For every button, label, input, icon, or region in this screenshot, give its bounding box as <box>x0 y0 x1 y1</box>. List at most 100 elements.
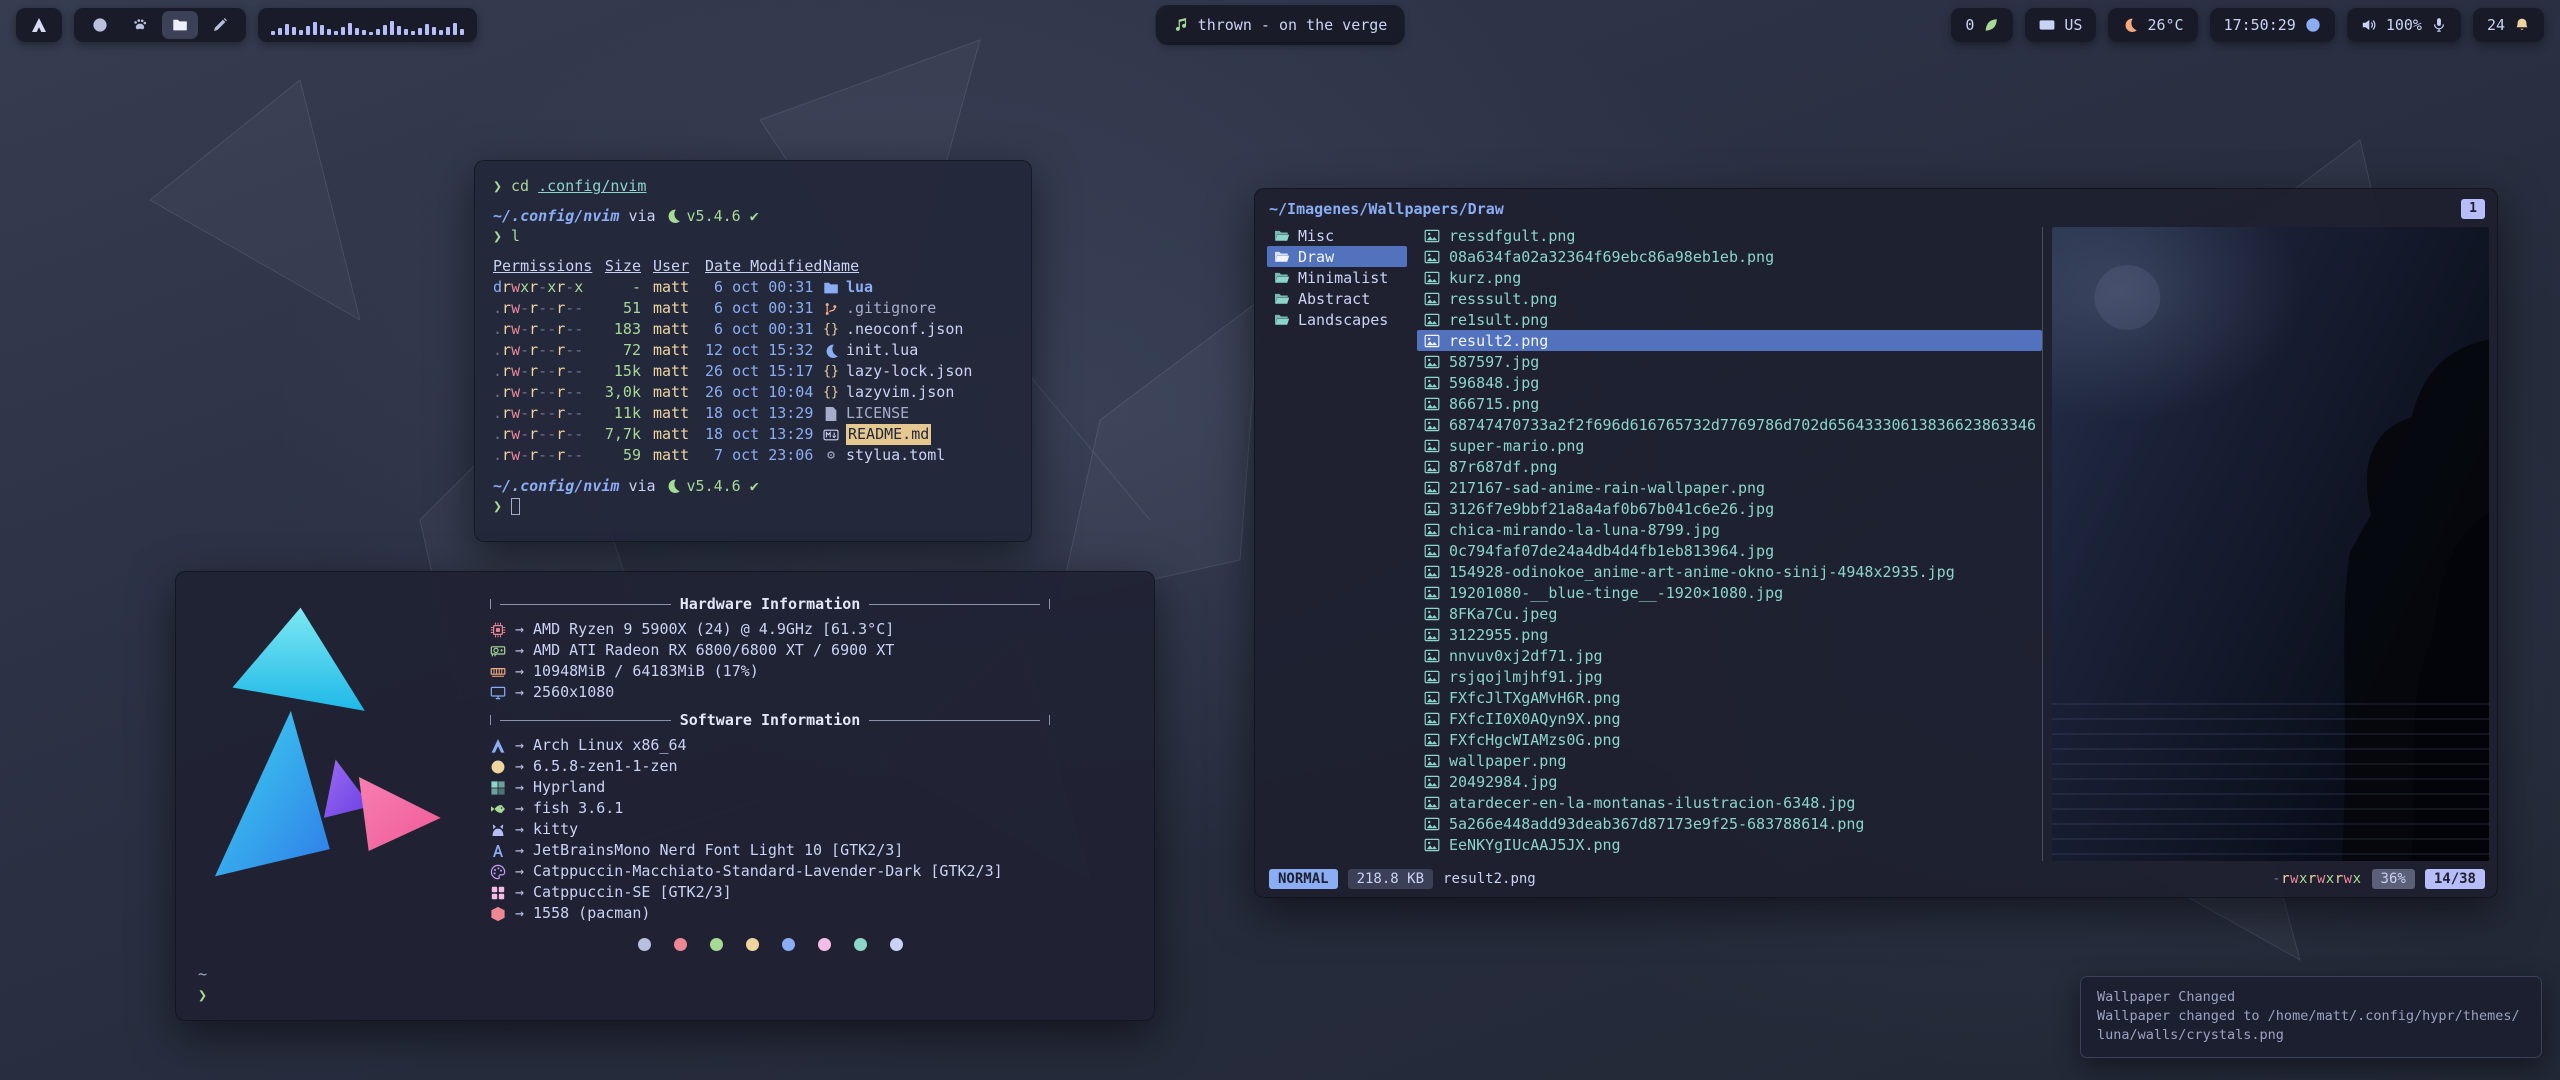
file-item[interactable]: 68747470733a2f2f696d616765732d7769786d70… <box>1417 414 2042 435</box>
file-row: .rw-r--r--51matt 6 oct 00:31.gitignore <box>493 298 1013 319</box>
file-row: .rw-r--r--7,7kmatt18 oct 13:29README.md <box>493 424 1013 445</box>
music-widget[interactable]: thrown - on the verge <box>1159 8 1402 42</box>
file-item[interactable]: 87r687df.png <box>1417 456 2042 477</box>
visualizer-bar <box>341 27 345 35</box>
file-item[interactable]: 0c794faf07de24a4db4d4fb1eb813964.jpg <box>1417 540 2042 561</box>
file-item[interactable]: 154928-odinokoe_anime-art-anime-okno-sin… <box>1417 561 2042 582</box>
launcher-button[interactable] <box>16 8 62 42</box>
file-item[interactable]: 8FKa7Cu.jpeg <box>1417 603 2042 624</box>
active-prompt[interactable]: ❯ <box>493 496 1013 516</box>
terminal-palette-dots <box>490 938 1050 951</box>
visualizer-bar <box>425 24 429 35</box>
file-item-name: 217167-sad-anime-rain-wallpaper.png <box>1449 479 1765 497</box>
arrow-icon: → <box>515 735 524 756</box>
sidebar-item-misc[interactable]: Misc <box>1267 225 1407 246</box>
notifications-module[interactable]: 24 <box>2473 8 2544 42</box>
file-item[interactable]: EeNKYgIUcAAJ5JX.png <box>1417 834 2042 855</box>
image-icon <box>1424 732 1440 748</box>
file-name: .gitignore <box>846 298 936 319</box>
topbar-left-cluster <box>16 8 477 42</box>
file-item[interactable]: 5a266e448add93deab367d87173e9f25-6837886… <box>1417 813 2042 834</box>
workspace-button-3[interactable] <box>162 11 198 39</box>
pane-divider <box>2042 227 2043 861</box>
audio-module[interactable]: 100% <box>2347 8 2461 42</box>
clock-module[interactable]: 17:50:29 <box>2210 8 2335 42</box>
topbar-right-cluster: 0 US 26°C 17:50:29 100% 24 <box>1951 8 2544 42</box>
hardware-section-title: Hardware Information <box>490 595 1050 613</box>
file-item[interactable]: super-mario.png <box>1417 435 2042 456</box>
file-item[interactable]: 08a634fa02a32364f69ebc86a98eb1eb.png <box>1417 246 2042 267</box>
file-item[interactable]: FXfcII0X0AQyn9X.png <box>1417 708 2042 729</box>
file-item[interactable]: wallpaper.png <box>1417 750 2042 771</box>
file-item[interactable]: kurz.png <box>1417 267 2042 288</box>
image-icon <box>1424 375 1440 391</box>
prompt-line: ~/.config/nvimviav5.4.6✔ <box>493 206 1013 226</box>
topbar-center: thrown - on the verge <box>1159 8 1402 42</box>
lua-moon-icon <box>665 208 681 224</box>
braces-icon: {} <box>823 364 839 380</box>
fetch-info-line: →1558 (pacman) <box>490 903 1050 924</box>
markdown-icon <box>823 427 839 443</box>
arrow-icon: → <box>515 798 524 819</box>
updates-module[interactable]: 0 <box>1951 8 2013 42</box>
image-icon <box>1424 627 1440 643</box>
file-item[interactable]: resssult.png <box>1417 288 2042 309</box>
file-item[interactable]: 20492984.jpg <box>1417 771 2042 792</box>
sidebar-item-draw[interactable]: Draw <box>1267 246 1407 267</box>
file-item[interactable]: 596848.jpg <box>1417 372 2042 393</box>
workspace-button-2[interactable] <box>122 11 158 39</box>
image-icon <box>1424 291 1440 307</box>
file-item[interactable]: FXfcHgcWIAMzs0G.png <box>1417 729 2042 750</box>
file-item[interactable]: 587597.jpg <box>1417 351 2042 372</box>
folder-open-icon <box>1274 249 1290 265</box>
file-item[interactable]: 866715.png <box>1417 393 2042 414</box>
file-item[interactable]: result2.png <box>1417 330 2042 351</box>
notification-toast[interactable]: Wallpaper Changed Wallpaper changed to /… <box>2080 976 2542 1058</box>
audio-visualizer[interactable] <box>258 8 477 42</box>
visualizer-bar <box>397 26 401 35</box>
sidebar-item-minimalist[interactable]: Minimalist <box>1267 267 1407 288</box>
via-label: via <box>628 476 655 496</box>
active-prompt[interactable]: ❯ <box>198 985 1130 1006</box>
tab-badge[interactable]: 1 <box>2461 199 2485 219</box>
file-item[interactable]: chica-mirando-la-luna-8799.jpg <box>1417 519 2042 540</box>
weather-module[interactable]: 26°C <box>2108 8 2197 42</box>
command-text: cd <box>511 176 529 196</box>
fetch-info-text: JetBrainsMono Nerd Font Light 10 [GTK2/3… <box>533 840 903 861</box>
fetch-info-text: Catppuccin-SE [GTK2/3] <box>533 882 732 903</box>
visualizer-bar <box>271 31 275 35</box>
sidebar-item-label: Draw <box>1298 248 1334 266</box>
file-item[interactable]: nnvuv0xj2df71.jpg <box>1417 645 2042 666</box>
sidebar-item-landscapes[interactable]: Landscapes <box>1267 309 1407 330</box>
file-item-name: 3122955.png <box>1449 626 1548 644</box>
visualizer-bar <box>355 28 359 35</box>
keyboard-layout-module[interactable]: US <box>2025 8 2096 42</box>
file-item[interactable]: 19201080-__blue-tinge__-1920×1080.jpg <box>1417 582 2042 603</box>
command-text: l <box>511 226 520 246</box>
file-item[interactable]: ressdfgult.png <box>1417 225 2042 246</box>
visualizer-bar <box>327 29 331 35</box>
file-row: .rw-r--r--11kmatt18 oct 13:29LICENSE <box>493 403 1013 424</box>
file-item-name: 87r687df.png <box>1449 458 1557 476</box>
swirl-icon <box>92 17 108 33</box>
file-item[interactable]: 3122955.png <box>1417 624 2042 645</box>
file-item[interactable]: rsjqojlmjhf91.jpg <box>1417 666 2042 687</box>
file-item[interactable]: FXfcJlTXgAMvH6R.png <box>1417 687 2042 708</box>
palette-dot <box>854 938 867 951</box>
sidebar-item-abstract[interactable]: Abstract <box>1267 288 1407 309</box>
file-item[interactable]: 217167-sad-anime-rain-wallpaper.png <box>1417 477 2042 498</box>
image-icon <box>1424 522 1440 538</box>
file-row: .rw-r--r--59matt 7 oct 23:06⚙stylua.toml <box>493 445 1013 466</box>
file-item[interactable]: atardecer-en-la-montanas-ilustracion-634… <box>1417 792 2042 813</box>
temperature-label: 26°C <box>2147 16 2183 34</box>
file-item-name: re1sult.png <box>1449 311 1548 329</box>
file-item[interactable]: re1sult.png <box>1417 309 2042 330</box>
fetch-info-line: →Catppuccin-Macchiato-Standard-Lavender-… <box>490 861 1050 882</box>
scroll-percent-badge: 36% <box>2372 869 2415 889</box>
workspace-button-4[interactable] <box>202 11 238 39</box>
prompt-symbol: ❯ <box>493 226 502 246</box>
file-item[interactable]: 3126f7e9bbf21a8a4af0b67b041c6e26.jpg <box>1417 498 2042 519</box>
file-row: .rw-r--r--3,0kmatt26 oct 10:04{}lazyvim.… <box>493 382 1013 403</box>
workspace-button-1[interactable] <box>82 11 118 39</box>
image-icon <box>1424 417 1440 433</box>
